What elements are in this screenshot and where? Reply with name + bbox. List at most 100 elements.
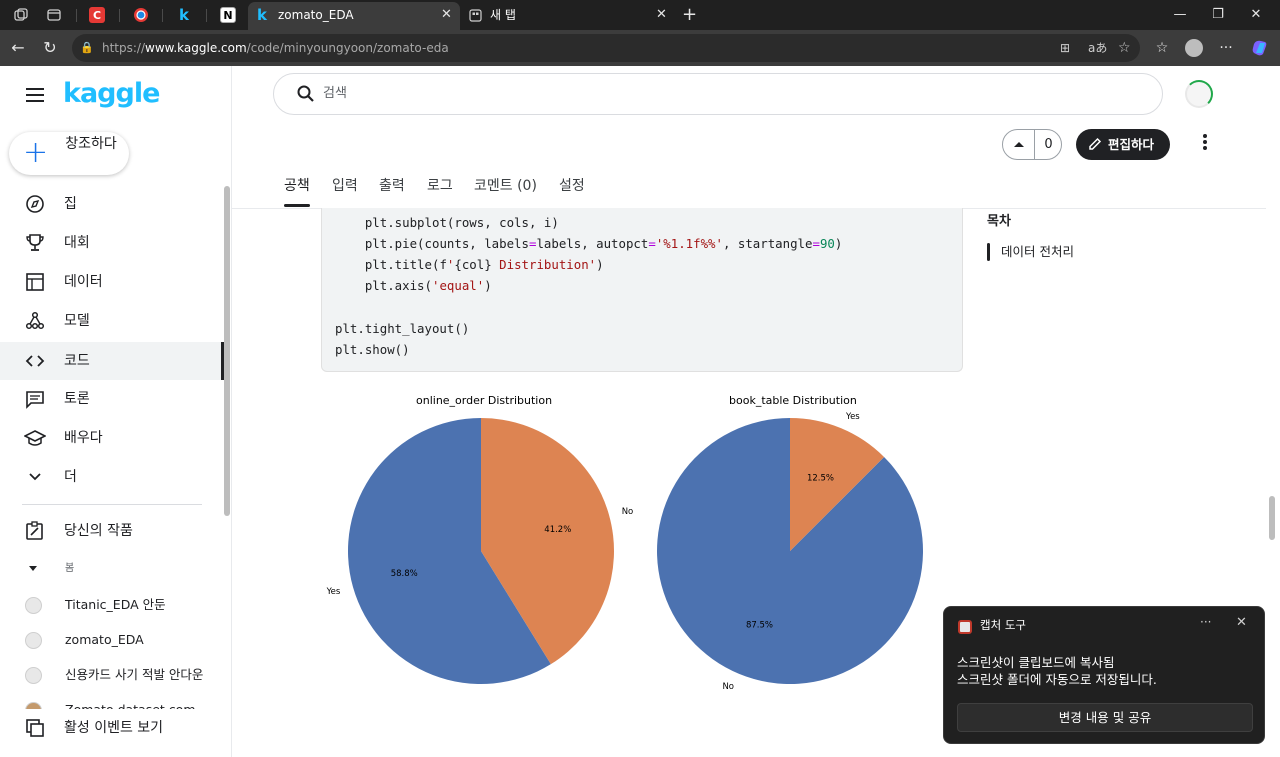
page-scrollbar[interactable] bbox=[1269, 496, 1275, 540]
code-line: plt.show() bbox=[335, 342, 410, 357]
more-menu-icon[interactable]: ··· bbox=[1214, 30, 1238, 66]
sidebar-item-competitions[interactable]: 대회 bbox=[0, 224, 224, 262]
tab-actions-icon[interactable] bbox=[43, 0, 65, 30]
new-tab-plus-icon[interactable]: + bbox=[682, 0, 697, 30]
edit-button[interactable]: 편집하다 bbox=[1076, 129, 1170, 160]
snipping-tool-notification: 캡처 도구 ··· ✕ 스크린샷이 클립보드에 복사됨 스크린샷 폴더에 자동으… bbox=[943, 606, 1265, 744]
sidebar-item-label: 코드 bbox=[64, 353, 90, 369]
models-icon bbox=[25, 311, 45, 330]
sidebar-item-label: 토론 bbox=[64, 391, 90, 407]
chrome-like-tab-icon[interactable] bbox=[130, 0, 152, 30]
favorites-icon[interactable]: ☆ bbox=[1150, 30, 1174, 66]
pie-category-label: No bbox=[622, 507, 634, 517]
recent-item-label: Titanic_EDA 안둔 bbox=[65, 597, 166, 612]
read-aloud-icon[interactable]: aあ bbox=[1088, 34, 1107, 62]
pie-charts-output: 58.8% Yes 41.2% No 87.5% No 12.5% Yes bbox=[326, 412, 924, 692]
vote-count: 0 bbox=[1044, 137, 1053, 152]
active-tab-indicator bbox=[284, 204, 310, 207]
more-options-icon[interactable] bbox=[1195, 132, 1215, 156]
notion-tab-icon[interactable]: N bbox=[217, 0, 239, 30]
pie-category-label: No bbox=[722, 682, 734, 692]
recent-item[interactable]: Titanic_EDA 안둔 bbox=[0, 588, 224, 622]
toast-close-icon[interactable]: ✕ bbox=[1236, 615, 1247, 630]
kaggle-sidebar: kaggle + 창조하다 집 대회 데이터 모델 코드 토론 배우다 더 당신… bbox=[0, 66, 232, 757]
create-button[interactable]: + 창조하다 bbox=[9, 132, 129, 175]
code-cell[interactable]: plt.subplot(rows, cols, i) plt.pie(count… bbox=[321, 208, 963, 372]
recent-item-label: zomato_EDA bbox=[65, 632, 144, 647]
sidebar-item-label: 배우다 bbox=[64, 430, 103, 446]
sidebar-divider bbox=[22, 504, 202, 505]
sidebar-item-events[interactable]: 활성 이벤트 보기 bbox=[0, 709, 224, 747]
tab-title-new-tab[interactable]: 새 탭 bbox=[490, 0, 516, 30]
url-text: https://www.kaggle.com/code/minyoungyoon… bbox=[102, 41, 449, 55]
tab-close-icon[interactable]: ✕ bbox=[441, 0, 452, 30]
workspaces-icon[interactable] bbox=[10, 0, 32, 30]
c-app-tab-icon[interactable]: C bbox=[86, 0, 108, 30]
sidebar-item-datasets[interactable]: 데이터 bbox=[0, 263, 224, 301]
code-line: plt.title(f'{col} Distribution') bbox=[364, 257, 604, 272]
pie-percent-label: 58.8% bbox=[391, 569, 418, 579]
plus-icon: + bbox=[23, 135, 49, 170]
toast-more-icon[interactable]: ··· bbox=[1200, 615, 1211, 629]
search-input[interactable]: 검색 bbox=[273, 73, 1163, 115]
profile-icon[interactable] bbox=[1182, 30, 1206, 66]
sidebar-item-label: 집 bbox=[64, 196, 77, 212]
upvote-arrow-icon bbox=[1014, 142, 1024, 147]
sidebar-item-learn[interactable]: 배우다 bbox=[0, 419, 224, 457]
hamburger-menu-icon[interactable] bbox=[26, 88, 44, 102]
sidebar-item-label: 대회 bbox=[64, 235, 90, 251]
toast-app-name: 캡처 도구 bbox=[980, 618, 1026, 632]
address-bar[interactable]: 🔒 https://www.kaggle.com/code/minyoungyo… bbox=[72, 34, 1140, 62]
recent-item[interactable]: zomato_EDA bbox=[0, 623, 224, 657]
sidebar-item-label: 당신의 작품 bbox=[64, 523, 133, 539]
copilot-icon[interactable] bbox=[1248, 30, 1272, 66]
tab-notebook[interactable]: 공책 bbox=[284, 166, 310, 208]
user-avatar[interactable] bbox=[1185, 80, 1213, 108]
kaggle-logo[interactable]: kaggle bbox=[63, 78, 160, 109]
tab-settings[interactable]: 설정 bbox=[559, 166, 585, 208]
sidebar-item-label: 모델 bbox=[64, 313, 90, 329]
restore-icon[interactable]: ❐ bbox=[1198, 0, 1238, 30]
kaggle-k-icon: k bbox=[257, 6, 267, 24]
pie-category-label: Yes bbox=[326, 587, 341, 597]
app-view-icon[interactable]: ⊞ bbox=[1060, 34, 1070, 62]
pencil-icon bbox=[1089, 137, 1102, 150]
sidebar-item-more[interactable]: 더 bbox=[0, 458, 224, 496]
code-line: plt.pie(counts, labels=labels, autopct='… bbox=[364, 236, 843, 251]
kaggle-k-tab-icon[interactable]: k bbox=[173, 0, 195, 30]
code-line: plt.subplot(rows, cols, i) bbox=[364, 215, 559, 230]
recent-item-label: 신용카드 사기 적발 안다운 bbox=[65, 667, 204, 682]
new-tab-page-icon bbox=[466, 0, 484, 30]
compass-icon bbox=[26, 195, 44, 213]
edit-and-share-button[interactable]: 변경 내용 및 공유 bbox=[957, 703, 1253, 732]
window-close-icon[interactable]: ✕ bbox=[1236, 0, 1276, 30]
code-icon bbox=[25, 355, 45, 367]
code-line: plt.tight_layout() bbox=[335, 321, 470, 336]
upvote-button[interactable] bbox=[1003, 130, 1035, 159]
learn-cap-icon bbox=[24, 430, 46, 446]
back-icon[interactable]: ← bbox=[4, 30, 32, 66]
minimize-icon[interactable]: — bbox=[1160, 0, 1200, 30]
tab-comments[interactable]: 코멘트 (0) bbox=[474, 166, 537, 208]
toc-item[interactable]: 데이터 전처리 bbox=[1001, 243, 1074, 261]
lock-icon: 🔒 bbox=[80, 41, 94, 54]
pie-percent-label: 12.5% bbox=[807, 473, 834, 483]
toast-message-line2: 스크린샷 폴더에 자동으로 저장됩니다. bbox=[957, 672, 1157, 687]
sidebar-item-home[interactable]: 집 bbox=[0, 185, 224, 223]
sidebar-item-models[interactable]: 모델 bbox=[0, 302, 224, 340]
tab-output[interactable]: 출력 bbox=[379, 166, 405, 208]
sidebar-item-your-work[interactable]: 당신의 작품 bbox=[0, 512, 224, 550]
notebook-avatar bbox=[25, 632, 42, 649]
recent-item[interactable]: 신용카드 사기 적발 안다운 bbox=[0, 658, 224, 692]
sidebar-scrollbar[interactable] bbox=[224, 186, 230, 516]
sidebar-item-code[interactable]: 코드 bbox=[0, 342, 224, 380]
tab-close-icon[interactable]: ✕ bbox=[656, 0, 667, 30]
viewed-section-toggle[interactable]: 봄 bbox=[0, 552, 224, 586]
tab-logs[interactable]: 로그 bbox=[427, 166, 453, 208]
snipping-tool-icon bbox=[958, 620, 972, 634]
favorite-star-icon[interactable]: ☆ bbox=[1118, 34, 1131, 62]
sidebar-item-discussions[interactable]: 토론 bbox=[0, 380, 224, 418]
reload-icon[interactable]: ↻ bbox=[36, 30, 64, 66]
tab-input[interactable]: 입력 bbox=[332, 166, 358, 208]
edit-label: 편집하다 bbox=[1108, 137, 1155, 152]
